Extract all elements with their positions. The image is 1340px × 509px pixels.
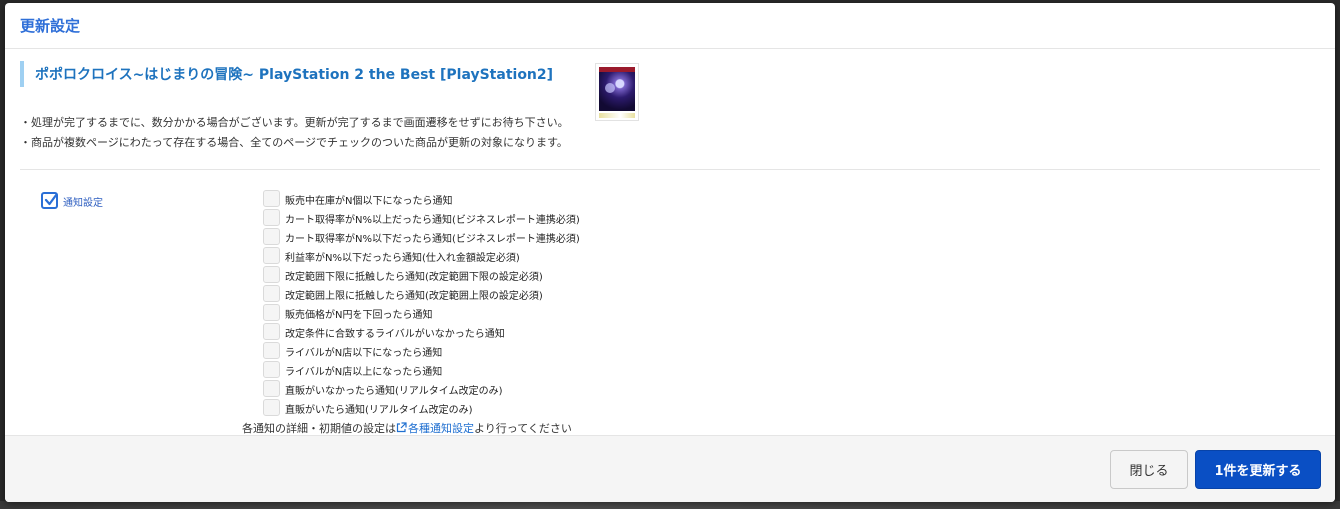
product-title: ポポロクロイス~はじまりの冒険~ PlayStation 2 the Best …	[35, 67, 554, 83]
modal-body: ポポロクロイス~はじまりの冒険~ PlayStation 2 the Best …	[5, 49, 1335, 436]
option-label: ライバルがN店以上になったら通知	[285, 367, 443, 378]
close-button[interactable]: 閉じる	[1110, 450, 1188, 489]
section-divider	[20, 169, 1320, 170]
option-label: ライバルがN店以下になったら通知	[285, 348, 443, 359]
checkmark-icon	[44, 193, 58, 206]
checkbox-unchecked[interactable]	[263, 190, 280, 207]
settings-note-suffix: より行ってください	[474, 422, 572, 435]
checkbox-unchecked[interactable]	[263, 323, 280, 340]
checkbox-unchecked[interactable]	[263, 228, 280, 245]
option-label: 直販がいなかったら通知(リアルタイム改定のみ)	[285, 386, 503, 397]
product-cover-art	[599, 67, 635, 111]
processing-notes: ・処理が完了するまでに、数分かかる場合がございます。更新が完了するまで画面遷移を…	[20, 113, 1320, 153]
option-label: 利益率がN%以下だったら通知(仕入れ金額設定必須)	[285, 253, 520, 264]
checkbox-unchecked[interactable]	[263, 266, 280, 283]
checkbox-unchecked[interactable]	[263, 342, 280, 359]
update-settings-modal: 更新設定 ポポロクロイス~はじまりの冒険~ PlayStation 2 the …	[5, 3, 1335, 502]
option-label: 販売中在庫がN個以下になったら通知	[285, 196, 453, 207]
option-label: 販売価格がN円を下回ったら通知	[285, 310, 433, 321]
option-label: カート取得率がN%以上だったら通知(ビジネスレポート連携必須)	[285, 215, 580, 226]
option-label: カート取得率がN%以下だったら通知(ビジネスレポート連携必須)	[285, 234, 580, 245]
modal-header: 更新設定	[5, 3, 1335, 49]
option-label: 直販がいたら通知(リアルタイム改定のみ)	[285, 405, 473, 416]
checkbox-unchecked[interactable]	[263, 209, 280, 226]
notify-settings-label: 通知設定	[63, 198, 103, 209]
checkbox-unchecked[interactable]	[263, 285, 280, 302]
note-processing-time: ・処理が完了するまでに、数分かかる場合がございます。更新が完了するまで画面遷移を…	[20, 116, 569, 129]
option-label: 改定条件に合致するライバルがいなかったら通知	[285, 329, 505, 340]
checkbox-checked[interactable]	[41, 192, 58, 209]
heading-accent-bar	[20, 61, 24, 87]
note-multiple-pages: ・商品が複数ページにわたって存在する場合、全てのページでチェックのついた商品が更…	[20, 136, 568, 149]
settings-link-label: 各種通知設定	[408, 422, 474, 435]
modal-footer: 閉じる 1件を更新する	[5, 435, 1335, 502]
external-link-icon	[396, 422, 407, 433]
checkbox-unchecked[interactable]	[263, 304, 280, 321]
notification-settings-link[interactable]: 各種通知設定	[396, 422, 474, 435]
checkbox-unchecked[interactable]	[263, 247, 280, 264]
settings-note-prefix: 各通知の詳細・初期値の設定は	[242, 422, 396, 435]
checkbox-unchecked[interactable]	[263, 399, 280, 416]
modal-title: 更新設定	[20, 17, 81, 35]
checkbox-unchecked[interactable]	[263, 361, 280, 378]
update-button[interactable]: 1件を更新する	[1195, 450, 1321, 489]
option-label: 改定範囲下限に抵触したら通知(改定範囲下限の設定必須)	[285, 272, 543, 283]
checkbox-unchecked[interactable]	[263, 380, 280, 397]
page-backdrop	[0, 501, 1340, 509]
notification-settings-note: 各通知の詳細・初期値の設定は 各種通知設定より行ってください	[242, 420, 572, 436]
option-label: 改定範囲上限に抵触したら通知(改定範囲上限の設定必須)	[285, 291, 543, 302]
